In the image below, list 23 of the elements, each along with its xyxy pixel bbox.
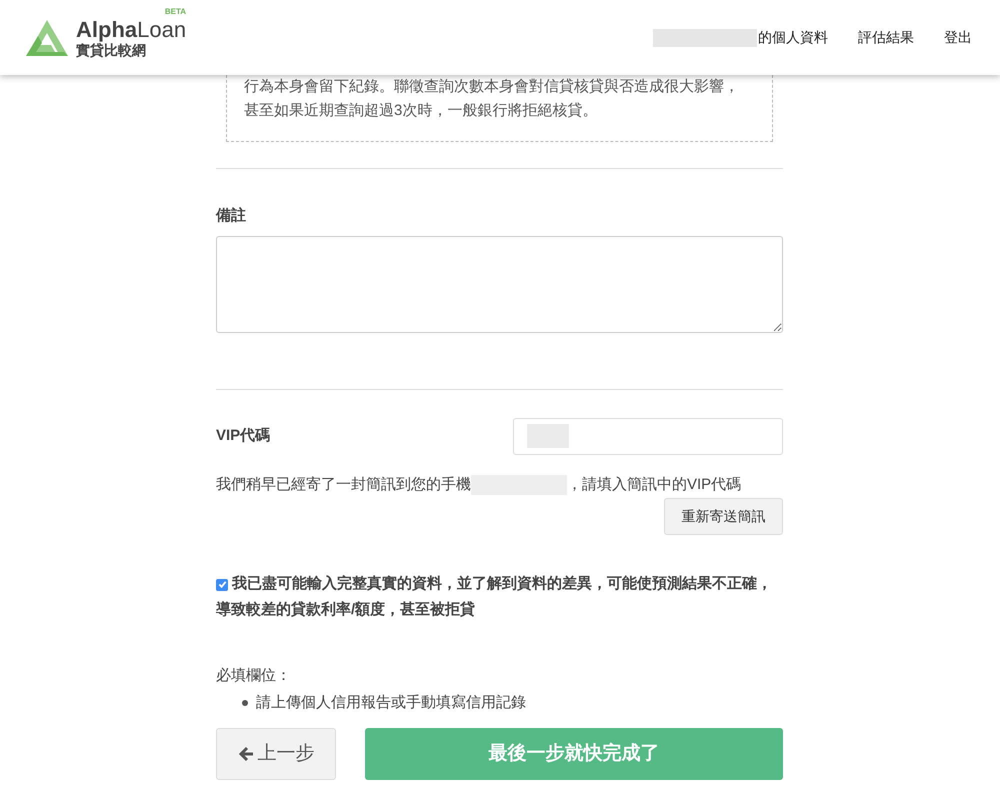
beta-label: BETA xyxy=(164,6,186,18)
brand-subtitle: 實貸比較網 xyxy=(76,42,147,56)
logo-icon xyxy=(24,18,70,58)
brand-name-suffix: Loan xyxy=(137,18,186,40)
nav-link[interactable]: 的個人資料 xyxy=(758,27,828,48)
nav-link[interactable]: 登出 xyxy=(944,27,972,48)
bullet-icon xyxy=(242,700,248,706)
vip-code-field[interactable] xyxy=(513,418,783,454)
remarks-label: 備註 xyxy=(216,206,247,226)
sms-message-end: ，請填入簡訊中的VIP代碼 xyxy=(567,474,742,494)
agreement-text: 我已盡可能輸入完整真實的資料，並了解到資料的差異，可能使預測結果不正確，導致較差的貸款利率/額度，甚至被拒貸 xyxy=(216,574,773,620)
brand-name: Alpha xyxy=(76,18,138,40)
nav-link[interactable]: 評估結果 xyxy=(858,27,914,48)
left-arrow-icon xyxy=(238,746,254,762)
vip-label: VIP代碼 xyxy=(216,426,270,446)
remarks-field[interactable] xyxy=(216,236,783,332)
resend-sms-button[interactable]: 重新寄送簡訊 xyxy=(664,498,783,535)
sms-message: 我們稍早已經寄了一封簡訊到您的手機 xyxy=(216,474,471,494)
back-button[interactable]: 上一步 xyxy=(216,728,336,780)
checkbox[interactable] xyxy=(216,578,228,590)
notice-text: 行為本身會留下紀錄。聯徵查詢次數本身會對信貸核貸與否造成很大影響，甚至如果近期查詢超過3次時，一般銀行將拒絕核貸。 xyxy=(244,77,740,121)
required-item: 請上傳個人信用報告或手動填寫信用記錄 xyxy=(256,692,526,712)
required-fields-title: 必填欄位： xyxy=(216,666,292,686)
